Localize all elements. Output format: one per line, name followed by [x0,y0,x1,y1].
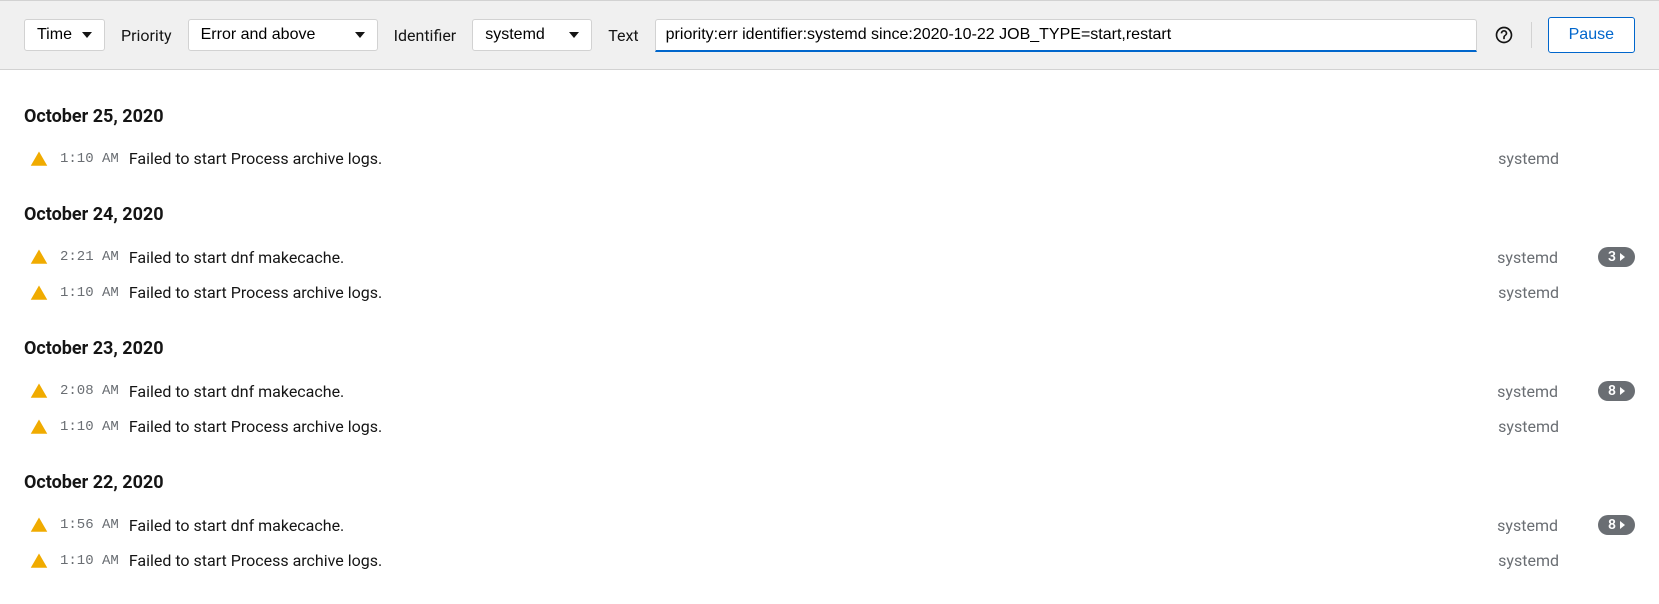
log-source: systemd [1498,551,1559,570]
log-source: systemd [1498,283,1559,302]
text-filter-label: Text [608,26,638,45]
expand-count-badge[interactable]: 3 [1598,247,1635,267]
log-message: Failed to start dnf makecache. [129,382,1481,401]
date-header: October 22, 2020 [24,472,1635,493]
log-row[interactable]: 1:10 AM Failed to start Process archive l… [24,275,1635,310]
log-row[interactable]: 2:21 AM Failed to start dnf makecache. sys… [24,239,1635,275]
filter-toolbar: Time Priority Error and above Identifier… [0,0,1659,70]
log-message: Failed to start Process archive logs. [129,283,1482,302]
chevron-down-icon [355,32,365,38]
log-message: Failed to start Process archive logs. [129,551,1482,570]
help-icon[interactable] [1493,24,1515,46]
badge-count: 3 [1608,249,1616,265]
log-source: systemd [1497,516,1558,535]
log-timestamp: 2:21 AM [60,249,119,265]
warning-icon [30,284,48,302]
log-row[interactable]: 1:10 AM Failed to start Process archive l… [24,141,1635,176]
identifier-dropdown-value: systemd [485,26,545,44]
log-source: systemd [1498,149,1559,168]
log-timestamp: 1:56 AM [60,517,119,533]
badge-count: 8 [1608,517,1616,533]
warning-icon [30,382,48,400]
divider [1531,22,1532,48]
expand-count-badge[interactable]: 8 [1598,381,1635,401]
log-timestamp: 1:10 AM [60,419,119,435]
log-row[interactable]: 1:10 AM Failed to start Process archive l… [24,543,1635,578]
time-dropdown[interactable]: Time [24,19,105,51]
log-row[interactable]: 2:08 AM Failed to start dnf makecache. sys… [24,373,1635,409]
search-input[interactable] [655,19,1477,52]
warning-icon [30,248,48,266]
date-header: October 23, 2020 [24,338,1635,359]
warning-icon [30,552,48,570]
chevron-right-icon [1620,521,1625,529]
chevron-right-icon [1620,387,1625,395]
log-timestamp: 2:08 AM [60,383,119,399]
chevron-down-icon [569,32,579,38]
log-timestamp: 1:10 AM [60,285,119,301]
priority-dropdown-value: Error and above [201,26,316,44]
log-source: systemd [1497,382,1558,401]
log-message: Failed to start Process archive logs. [129,417,1482,436]
priority-label: Priority [121,26,172,45]
chevron-down-icon [82,32,92,38]
log-timestamp: 1:10 AM [60,553,119,569]
date-header: October 25, 2020 [24,106,1635,127]
pause-button[interactable]: Pause [1548,17,1635,53]
log-message: Failed to start dnf makecache. [129,248,1481,267]
log-source: systemd [1497,248,1558,267]
warning-icon [30,418,48,436]
identifier-label: Identifier [394,26,457,45]
log-list: October 25, 2020 1:10 AM Failed to start P… [0,70,1659,602]
time-dropdown-label: Time [37,26,72,44]
log-row[interactable]: 1:10 AM Failed to start Process archive l… [24,409,1635,444]
log-source: systemd [1498,417,1559,436]
expand-count-badge[interactable]: 8 [1598,515,1635,535]
warning-icon [30,516,48,534]
identifier-dropdown[interactable]: systemd [472,19,592,51]
log-timestamp: 1:10 AM [60,151,119,167]
log-row[interactable]: 1:56 AM Failed to start dnf makecache. sys… [24,507,1635,543]
log-message: Failed to start dnf makecache. [129,516,1481,535]
warning-icon [30,150,48,168]
date-header: October 24, 2020 [24,204,1635,225]
chevron-right-icon [1620,253,1625,261]
priority-dropdown[interactable]: Error and above [188,19,378,51]
badge-count: 8 [1608,383,1616,399]
log-message: Failed to start Process archive logs. [129,149,1482,168]
